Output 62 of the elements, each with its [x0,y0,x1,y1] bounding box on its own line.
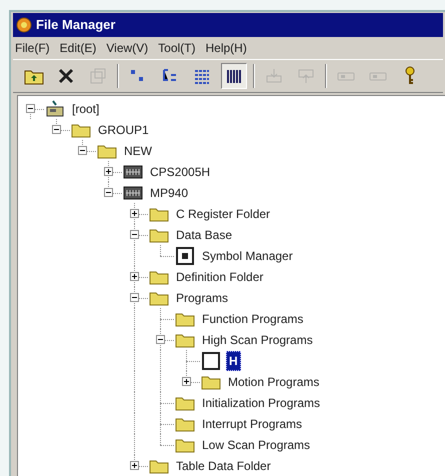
tree-item[interactable]: Definition Folder [174,268,266,286]
folder-icon [175,332,195,348]
folder-icon [97,142,117,158]
module-icon [123,164,143,180]
menu-item[interactable]: Help(H) [206,39,247,57]
collapse-toggle[interactable] [26,104,35,113]
folder-icon [149,268,169,284]
collapse-toggle[interactable] [156,335,165,344]
folder-icon [71,122,91,138]
tree-item[interactable]: MP940 [148,184,190,202]
tree-item[interactable]: NEW [122,142,154,160]
folder-icon [149,206,169,222]
tree-item[interactable]: Interrupt Programs [200,414,304,432]
tree-item[interactable]: Function Programs [200,310,306,328]
menu-item[interactable]: Tool(T) [158,39,196,57]
folder-icon [175,416,195,432]
properties-icon [89,67,107,85]
blank-page-icon [202,352,220,370]
list-view-icon [193,67,211,85]
tree-item[interactable]: Motion Programs [226,372,322,390]
details-view-icon [225,67,243,85]
tree-item[interactable]: High Scan Programs [200,330,315,348]
collapse-toggle[interactable] [78,146,87,155]
folder-icon [149,458,169,474]
tree-item[interactable]: CPS2005H [148,162,212,180]
tree-item[interactable]: [root] [70,100,102,118]
folder-icon [149,226,169,242]
tree-item[interactable]: Data Base [174,226,234,244]
module-icon [123,184,143,200]
computer-icon [45,100,65,118]
tree-item[interactable]: Programs [174,288,230,306]
folder-icon [175,394,195,410]
folder-icon [175,310,195,326]
expand-toggle[interactable] [104,167,113,176]
window-title: File Manager [36,16,116,34]
download-icon [265,67,283,85]
delete-icon [57,67,75,85]
collapse-toggle[interactable] [130,293,139,302]
tree-item[interactable]: Initialization Programs [200,394,322,412]
menu-item[interactable]: Edit(E) [60,39,96,57]
app-icon [16,17,32,33]
upload-icon [297,67,315,85]
symbol-icon [176,246,194,264]
folder-icon [201,374,221,390]
tree-item[interactable]: Symbol Manager [200,246,295,264]
expand-toggle[interactable] [130,209,139,218]
menu-item[interactable]: File(F) [15,39,50,57]
tree-item[interactable]: H [226,350,241,370]
expand-toggle[interactable] [130,272,139,281]
folder-icon [149,290,169,306]
expand-toggle[interactable] [182,377,191,386]
tree-item[interactable]: GROUP1 [96,120,151,138]
tree-item[interactable]: Low Scan Programs [200,436,312,454]
tree-item[interactable]: Table Data Folder [174,456,273,474]
tree-item[interactable]: C Register Folder [174,204,272,222]
collapse-toggle[interactable] [52,125,61,134]
menu-item[interactable]: View(V) [106,39,148,57]
collapse-toggle[interactable] [104,188,113,197]
folder-icon [175,436,195,452]
toolbar-button[interactable] [221,63,247,89]
collapse-toggle[interactable] [130,230,139,239]
expand-toggle[interactable] [130,461,139,470]
